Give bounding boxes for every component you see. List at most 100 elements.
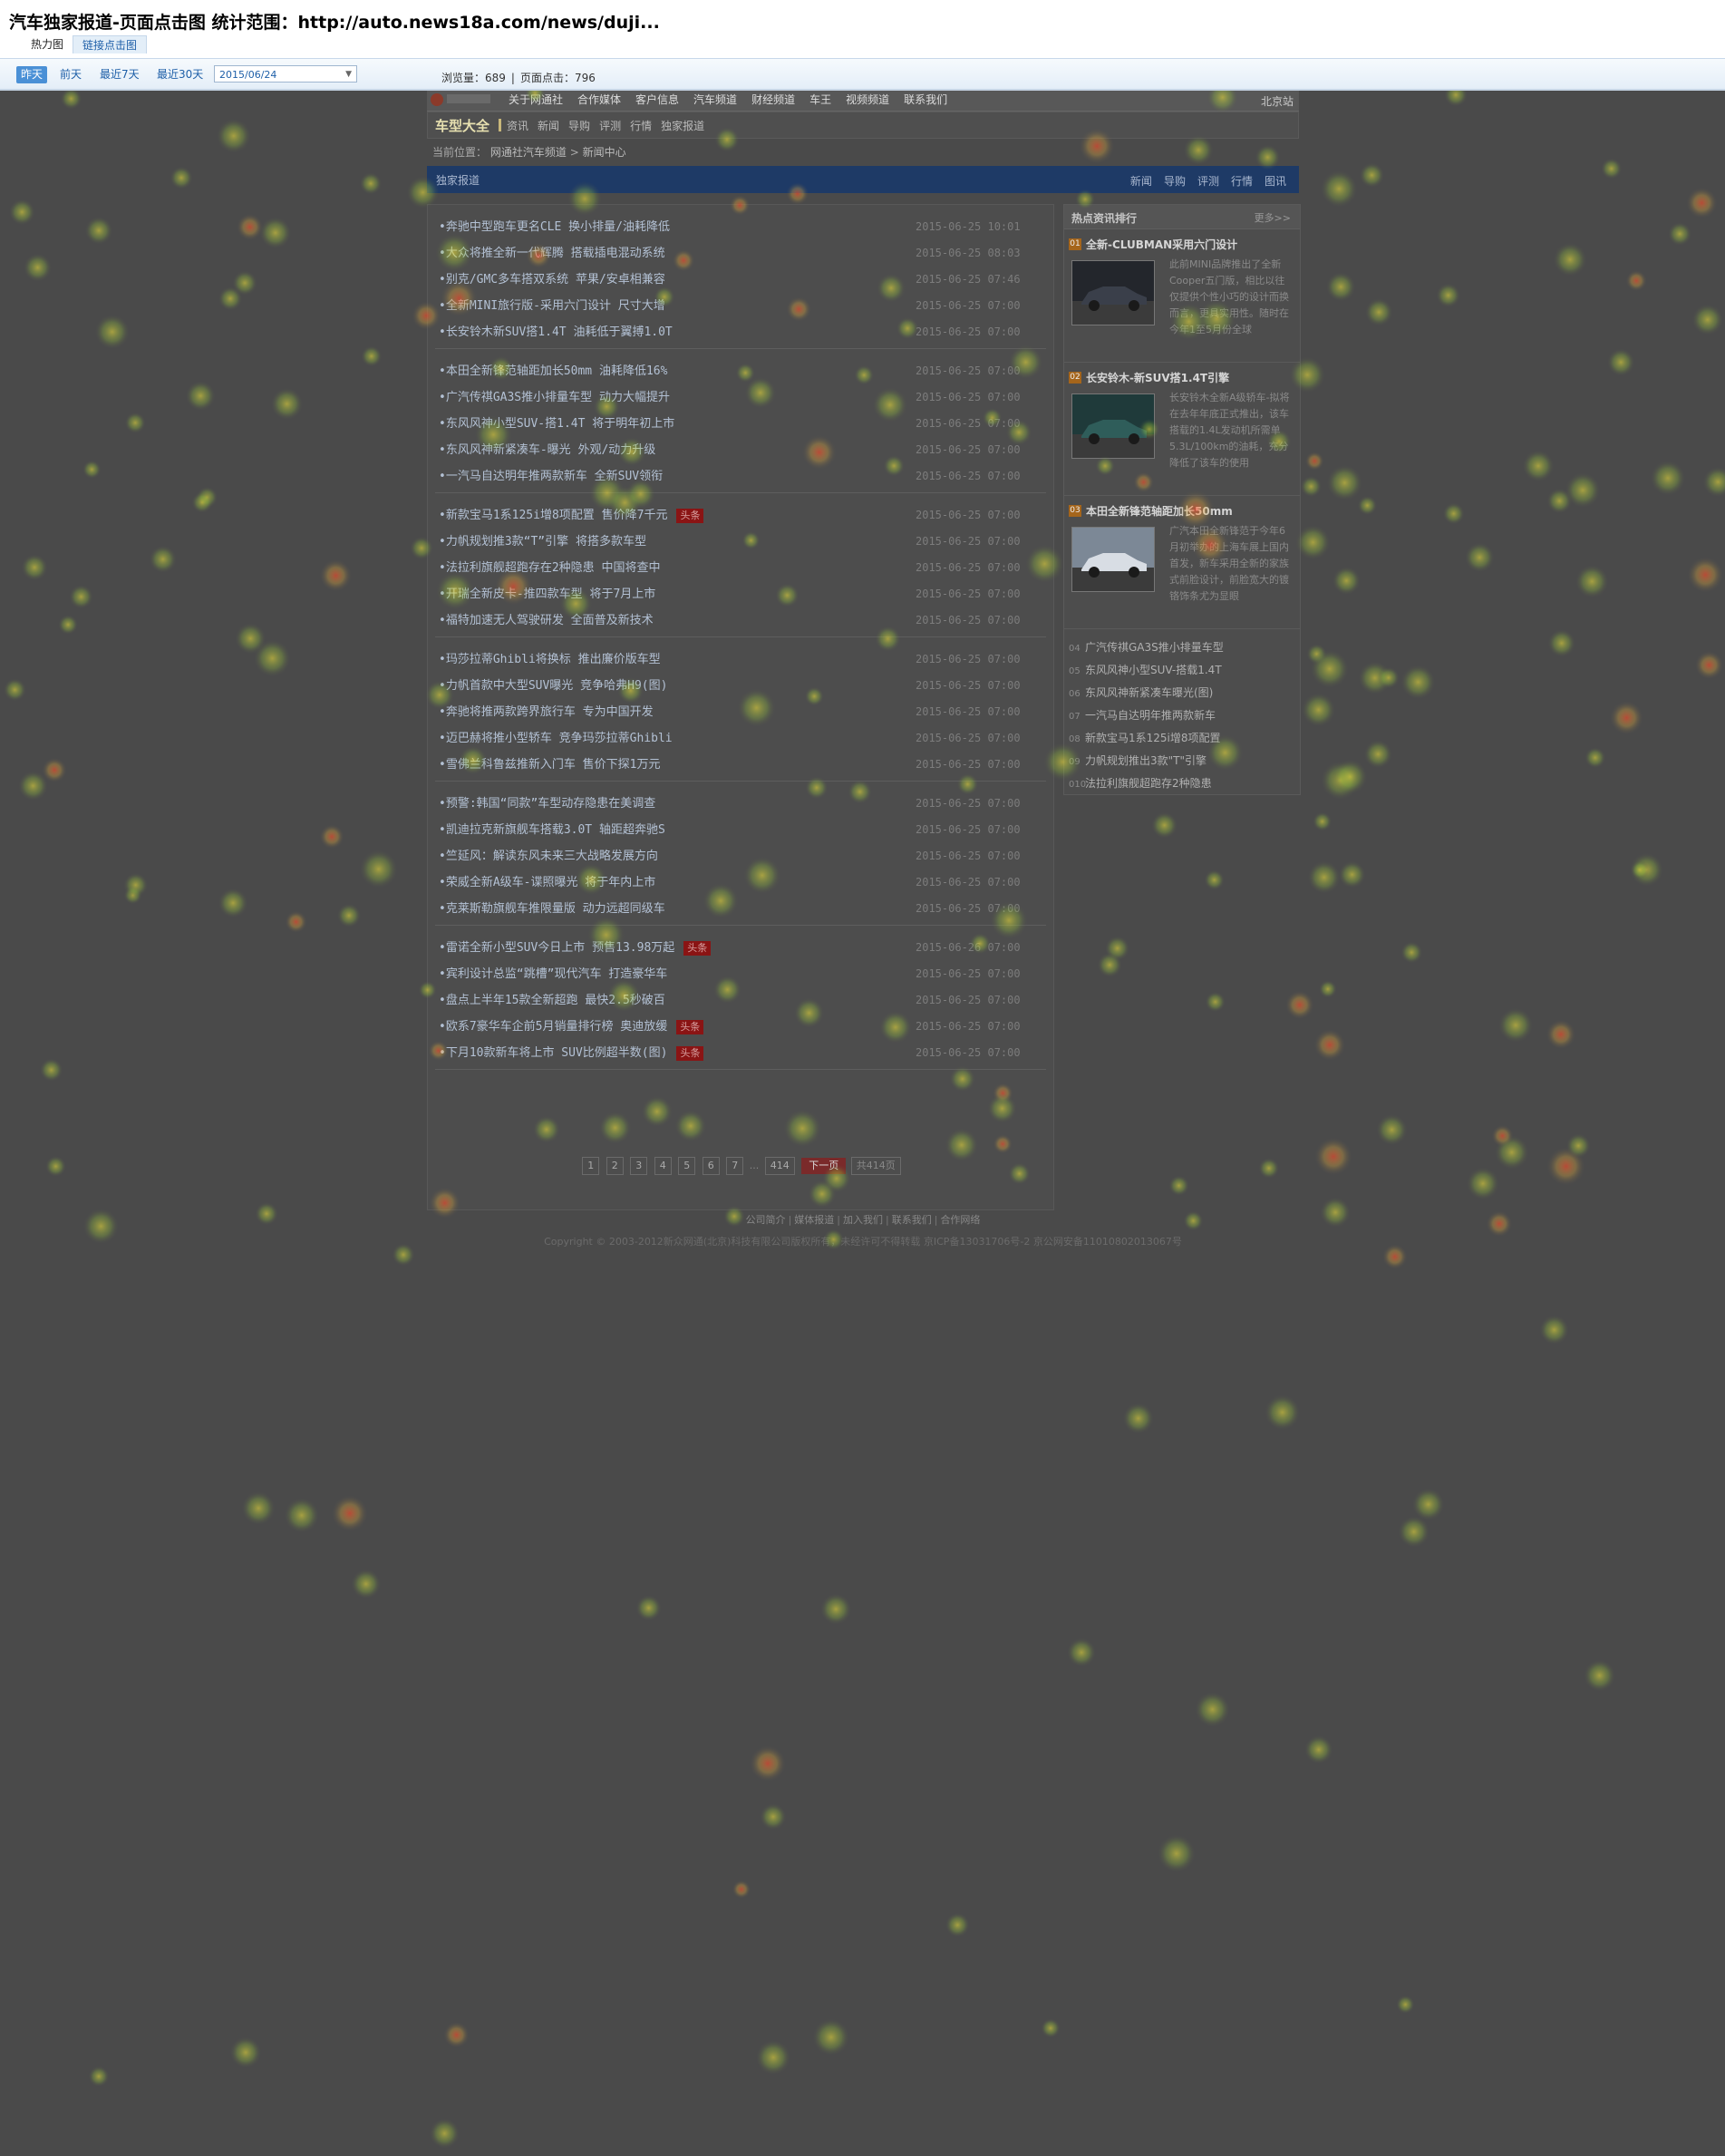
page-link[interactable]: 4 — [654, 1157, 672, 1175]
news-title-link[interactable]: •力帆首款中大型SUV曝光 竞争哈弗H9(图) — [439, 673, 667, 699]
nav-link[interactable]: 汽车频道 — [693, 92, 737, 107]
page-link[interactable]: 2 — [606, 1157, 624, 1175]
section-link[interactable]: 图讯 — [1265, 173, 1286, 189]
news-title-link[interactable]: •下月10款新车将上市 SUV比例超半数(图) 头条 — [439, 1040, 704, 1066]
nav-link[interactable]: 车王 — [809, 92, 831, 107]
news-title-link[interactable]: •荣威全新A级车-谍照曝光 将于年内上市 — [439, 869, 655, 896]
nav-link[interactable]: 联系我们 — [904, 92, 947, 107]
news-title-link[interactable]: •凯迪拉克新旗舰车搭载3.0T 轴距超奔驰S — [439, 817, 665, 843]
news-date: 2015-06-25 07:00 — [916, 758, 1021, 771]
news-title-link[interactable]: •全新MINI旅行版-采用六门设计 尺寸大增 — [439, 293, 665, 319]
subnav-link[interactable]: 资讯 — [507, 118, 528, 133]
date-select[interactable]: 2015/06/24 ▼ — [214, 65, 357, 83]
rank-item[interactable]: 010法拉利旗舰超跑存2种隐患 — [1064, 772, 1300, 795]
car-thumbnail[interactable] — [1071, 260, 1155, 325]
news-title-link[interactable]: •一汽马自达明年推两款新车 全新SUV领衔 — [439, 463, 663, 490]
breadcrumb-item[interactable]: 网通社汽车频道 — [490, 146, 567, 159]
news-title-link[interactable]: •奔驰中型跑车更名CLE 换小排量/油耗降低 — [439, 214, 670, 240]
stats-divider: | — [510, 72, 515, 84]
footer-link[interactable]: 加入我们 — [843, 1214, 883, 1226]
news-title-link[interactable]: •预警:韩国“同款”车型动存隐患在美调查 — [439, 791, 655, 817]
news-title-link[interactable]: •新款宝马1系125i增8项配置 售价降7千元 头条 — [439, 502, 704, 529]
heat-dot — [84, 216, 113, 245]
footer-link[interactable]: 公司简介 — [746, 1214, 786, 1226]
footer-link[interactable]: 合作网络 — [940, 1214, 980, 1226]
heat-dot — [1377, 666, 1400, 689]
rank-item[interactable]: 09 力帆规划推出3款"T"引擎 — [1064, 750, 1300, 772]
subnav-link[interactable]: 新闻 — [538, 118, 559, 133]
nav-link[interactable]: 关于网通社 — [509, 92, 563, 107]
news-title-link[interactable]: •雷诺全新小型SUV今日上市 预售13.98万起 头条 — [439, 935, 712, 961]
page-link[interactable]: 7 — [726, 1157, 744, 1175]
range-7days-button[interactable]: 最近7天 — [95, 66, 144, 83]
feature-title-link[interactable]: 本田全新锋范轴距加长50mm — [1086, 503, 1233, 519]
page-link[interactable]: 3 — [630, 1157, 648, 1175]
news-title-text: •竺延风：解读东风未来三大战略发展方向 — [439, 850, 658, 863]
news-title-link[interactable]: •宾利设计总监“跳槽”现代汽车 打造豪华车 — [439, 961, 667, 987]
breadcrumb-item[interactable]: 新闻中心 — [583, 146, 626, 159]
page-link[interactable]: 5 — [678, 1157, 696, 1175]
news-title-link[interactable]: •克莱斯勒旗舰车推限量版 动力远超同级车 — [439, 896, 665, 922]
news-date: 2015-06-25 07:00 — [916, 653, 1021, 665]
nav-link[interactable]: 客户信息 — [635, 92, 679, 107]
subnav-brand[interactable]: 车型大全 — [435, 116, 489, 135]
page-stats: 浏览量：689 | 页面点击：796 — [441, 70, 596, 85]
car-thumbnail[interactable] — [1071, 393, 1155, 459]
news-title-link[interactable]: •盘点上半年15款全新超跑 最快2.5秒破百 — [439, 987, 665, 1014]
news-title-link[interactable]: •欧系7豪华车企前5月销量排行榜 奥迪放缓 头条 — [439, 1014, 704, 1040]
rank-item[interactable]: 07 一汽马自达明年推两款新车 — [1064, 704, 1300, 727]
news-title-link[interactable]: •东风风神新紧凑车-曝光 外观/动力升级 — [439, 437, 655, 463]
page-link-last[interactable]: 414 — [764, 1157, 795, 1175]
rank-item[interactable]: 04 广汽传祺GA3S推小排量车型 — [1064, 636, 1300, 659]
section-link[interactable]: 导购 — [1164, 173, 1186, 189]
feature-title-link[interactable]: 长安铃木-新SUV搭1.4T引擎 — [1086, 370, 1229, 385]
news-title-link[interactable]: •大众将推全新一代辉腾 搭载插电混动系统 — [439, 240, 665, 267]
feature-title-link[interactable]: 全新-CLUBMAN采用六门设计 — [1086, 237, 1237, 252]
news-title-link[interactable]: •东风风神小型SUV-搭1.4T 将于明年初上市 — [439, 411, 674, 437]
news-title-link[interactable]: •本田全新锋范轴距加长50mm 油耗降低16% — [439, 358, 667, 384]
news-title-link[interactable]: •福特加速无人驾驶研发 全面普及新技术 — [439, 607, 654, 634]
page-link[interactable]: 1 — [582, 1157, 600, 1175]
subnav-link[interactable]: 行情 — [630, 118, 652, 133]
news-row: •法拉利旗舰超跑存在2种隐患 中国将查中 2015-06-25 07:00 — [435, 555, 1046, 581]
news-title-link[interactable]: •玛莎拉蒂Ghibli将换标 推出廉价版车型 — [439, 646, 661, 673]
rank-item[interactable]: 06 东风风神新紧凑车曝光(图) — [1064, 682, 1300, 704]
section-link[interactable]: 评测 — [1197, 173, 1219, 189]
news-title-link[interactable]: •竺延风：解读东风未来三大战略发展方向 — [439, 843, 658, 869]
next-page-button[interactable]: 下一页 — [801, 1158, 847, 1174]
news-title-link[interactable]: •别克/GMC多车搭双系统 苹果/安卓相兼容 — [439, 267, 665, 293]
footer-link[interactable]: 联系我们 — [892, 1214, 932, 1226]
tab-link-clickmap[interactable]: 链接点击图 — [73, 35, 148, 53]
news-title-link[interactable]: •雪佛兰科鲁兹推新入门车 售价下探1万元 — [439, 752, 660, 778]
range-yesterday-button[interactable]: 昨天 — [16, 66, 48, 83]
city-selector[interactable]: 北京站 — [1261, 93, 1294, 109]
news-title-link[interactable]: •法拉利旗舰超跑存在2种隐患 中国将查中 — [439, 555, 660, 581]
rank-item[interactable]: 05 东风风神小型SUV-搭载1.4T — [1064, 659, 1300, 682]
tab-heatmap[interactable]: 热力图 — [22, 35, 73, 53]
section-link[interactable]: 新闻 — [1130, 173, 1152, 189]
range-30days-button[interactable]: 最近30天 — [152, 66, 208, 83]
news-title-link[interactable]: •开瑞全新皮卡-推四款车型 将于7月上市 — [439, 581, 655, 607]
footer-link[interactable]: 媒体报道 — [794, 1214, 834, 1226]
subnav-link[interactable]: 导购 — [568, 118, 590, 133]
car-thumbnail[interactable] — [1071, 527, 1155, 592]
heat-dot — [58, 614, 79, 636]
rank-item[interactable]: 08 新款宝马1系125i增8项配置 — [1064, 727, 1300, 750]
news-title-link[interactable]: •奔驰将推两款跨界旅行车 专为中国开发 — [439, 699, 654, 725]
news-title-link[interactable]: •迈巴赫将推小型轿车 竞争玛莎拉蒂Ghibli — [439, 725, 673, 752]
nav-link[interactable]: 财经频道 — [751, 92, 795, 107]
heat-dot — [1400, 941, 1423, 964]
section-link[interactable]: 行情 — [1231, 173, 1253, 189]
subnav-link[interactable]: 独家报道 — [661, 118, 704, 133]
nav-link[interactable]: 视频频道 — [846, 92, 889, 107]
sidebar-more-link[interactable]: 更多>> — [1255, 210, 1291, 225]
range-day-before-button[interactable]: 前天 — [55, 66, 86, 83]
site-logo[interactable] — [431, 91, 494, 109]
news-title-link[interactable]: •广汽传祺GA3S推小排量车型 动力大幅提升 — [439, 384, 670, 411]
page-link[interactable]: 6 — [702, 1157, 720, 1175]
nav-link[interactable]: 合作媒体 — [577, 92, 621, 107]
news-title-link[interactable]: •力帆规划推3款“T”引擎 将搭多款车型 — [439, 529, 646, 555]
subnav-link[interactable]: 评测 — [599, 118, 621, 133]
date-toolbar: 昨天 前天 最近7天 最近30天 2015/06/24 ▼ 浏览量：689 | 页面… — [0, 58, 1725, 91]
news-title-link[interactable]: •长安铃木新SUV搭1.4T 油耗低于翼搏1.0T — [439, 319, 673, 345]
